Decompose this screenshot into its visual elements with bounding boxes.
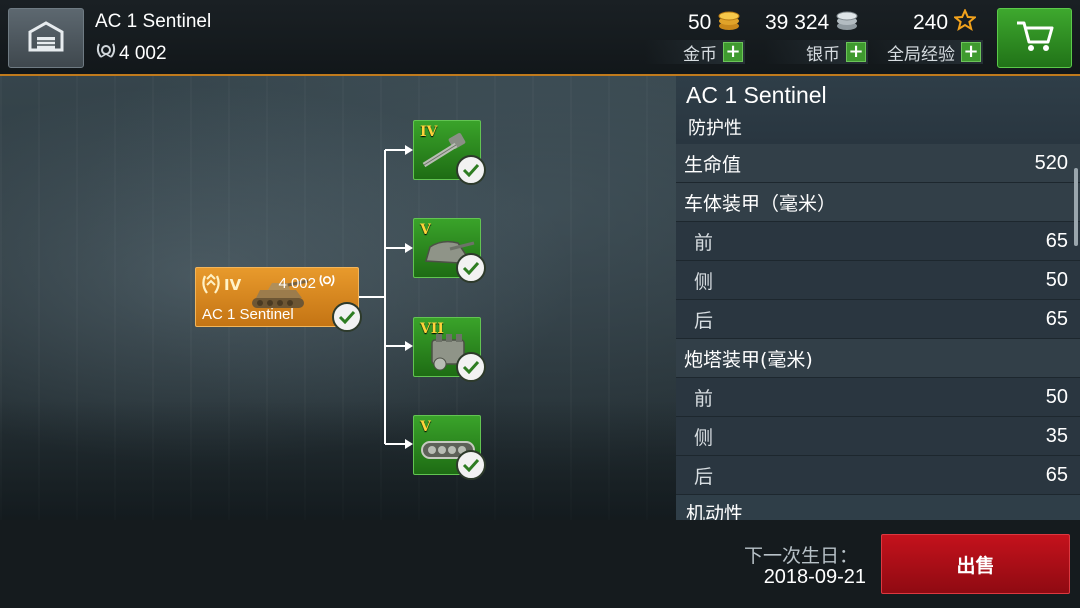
stat-label: 后 [694,465,714,488]
stat-value: 520 [1034,151,1068,174]
stat-value: 50 [1045,385,1068,408]
stat-row-hull-rear: 后 65 [676,300,1080,339]
global-xp-label: 全局经验 [887,44,955,65]
cart-icon [1015,19,1055,57]
gold-label-row: 金币 + [645,40,745,65]
sell-button[interactable]: 出售 [881,534,1070,594]
stat-label: 车体装甲（毫米） [684,192,837,215]
module-tracks[interactable]: V [413,415,486,480]
birthday-date: 2018-09-21 [763,566,866,588]
vehicle-card-xp-value: 4 002 [278,274,316,292]
buy-gold-button[interactable]: + [723,42,743,62]
stat-row-turret-front: 前 50 [676,378,1080,417]
silver-label: 银币 [806,44,840,65]
global-xp-label-row: 全局经验 + [868,40,983,65]
vehicle-card-xp: 4 002 [278,273,336,293]
stat-value: 65 [1045,307,1068,330]
gold-label: 金币 [683,44,717,65]
stat-label: 前 [694,387,714,410]
researched-check-icon [456,155,486,185]
garage-icon [28,20,64,56]
researched-check-icon [332,302,362,332]
stats-section-protection: 防护性 [688,118,742,139]
vehicle-xp-value: 4 002 [119,43,167,64]
vehicle-xp: 4 002 [95,42,167,66]
stat-label: 侧 [694,270,714,293]
researched-check-icon [456,352,486,382]
module-gun[interactable]: IV [413,120,486,185]
stats-panel-header: AC 1 Sentinel 防护性 [676,76,1080,144]
silver-balance: 39 324 [765,9,859,37]
experience-laurel-icon [95,42,117,66]
module-tier: V [420,419,431,435]
stat-value: 65 [1045,463,1068,486]
stat-value: 50 [1045,268,1068,291]
stats-scrollbar[interactable] [1074,168,1078,246]
top-bar: AC 1 Sentinel 4 002 50 金币 + 39 324 银币 + … [0,0,1080,76]
vehicle-research-card[interactable]: IV 4 002 AC 1 Sentinel [195,267,362,332]
shop-button[interactable] [997,8,1072,68]
gold-coins-icon [717,9,741,37]
stat-label: 侧 [694,426,714,449]
researched-check-icon [456,450,486,480]
gold-balance: 50 [688,9,741,37]
stat-label: 炮塔装甲(毫米) [684,348,813,371]
stat-row-hull-front: 前 65 [676,222,1080,261]
stat-label: 前 [694,231,714,254]
researched-check-icon [456,253,486,283]
bottom-bar: 下一次生日： 2018-09-21 出售 [0,520,1080,608]
stat-row-hit-points: 生命值 520 [676,144,1080,183]
stat-label: 生命值 [684,153,742,176]
global-xp-value: 240 [913,11,949,34]
vehicle-title: AC 1 Sentinel [95,11,212,32]
experience-laurel-icon [318,273,336,293]
stats-section-mobility-label: 机动性 [686,503,744,520]
stat-row-hull-armor: 车体装甲（毫米） [676,183,1080,222]
convert-xp-button[interactable]: + [961,42,981,62]
stat-row-turret-armor: 炮塔装甲(毫米) [676,339,1080,378]
vehicle-tier: IV [224,276,242,294]
gold-value: 50 [688,11,712,34]
module-engine[interactable]: VII [413,317,486,382]
buy-silver-button[interactable]: + [846,42,866,62]
vehicle-card-name: AC 1 Sentinel [202,306,294,323]
stat-value: 35 [1045,424,1068,447]
stat-row-hull-side: 侧 50 [676,261,1080,300]
stats-section-mobility: 机动性 [676,495,1080,520]
stat-label: 后 [694,309,714,332]
module-turret[interactable]: V [413,218,486,283]
vehicle-stats-panel[interactable]: AC 1 Sentinel 防护性 生命值 520 车体装甲（毫米） 前 65 … [676,76,1080,520]
stat-row-turret-rear: 后 65 [676,456,1080,495]
stats-vehicle-name: AC 1 Sentinel [686,82,827,108]
birthday-label: 下一次生日： [743,545,858,567]
stat-value: 65 [1045,229,1068,252]
silver-value: 39 324 [765,11,830,34]
elite-laurel-icon [200,273,222,301]
garage-button[interactable] [8,8,84,68]
global-xp-balance: 240 [913,7,978,37]
stat-row-turret-side: 侧 35 [676,417,1080,456]
silver-label-row: 银币 + [765,40,868,65]
star-icon [952,7,978,37]
silver-coins-icon [835,9,859,37]
